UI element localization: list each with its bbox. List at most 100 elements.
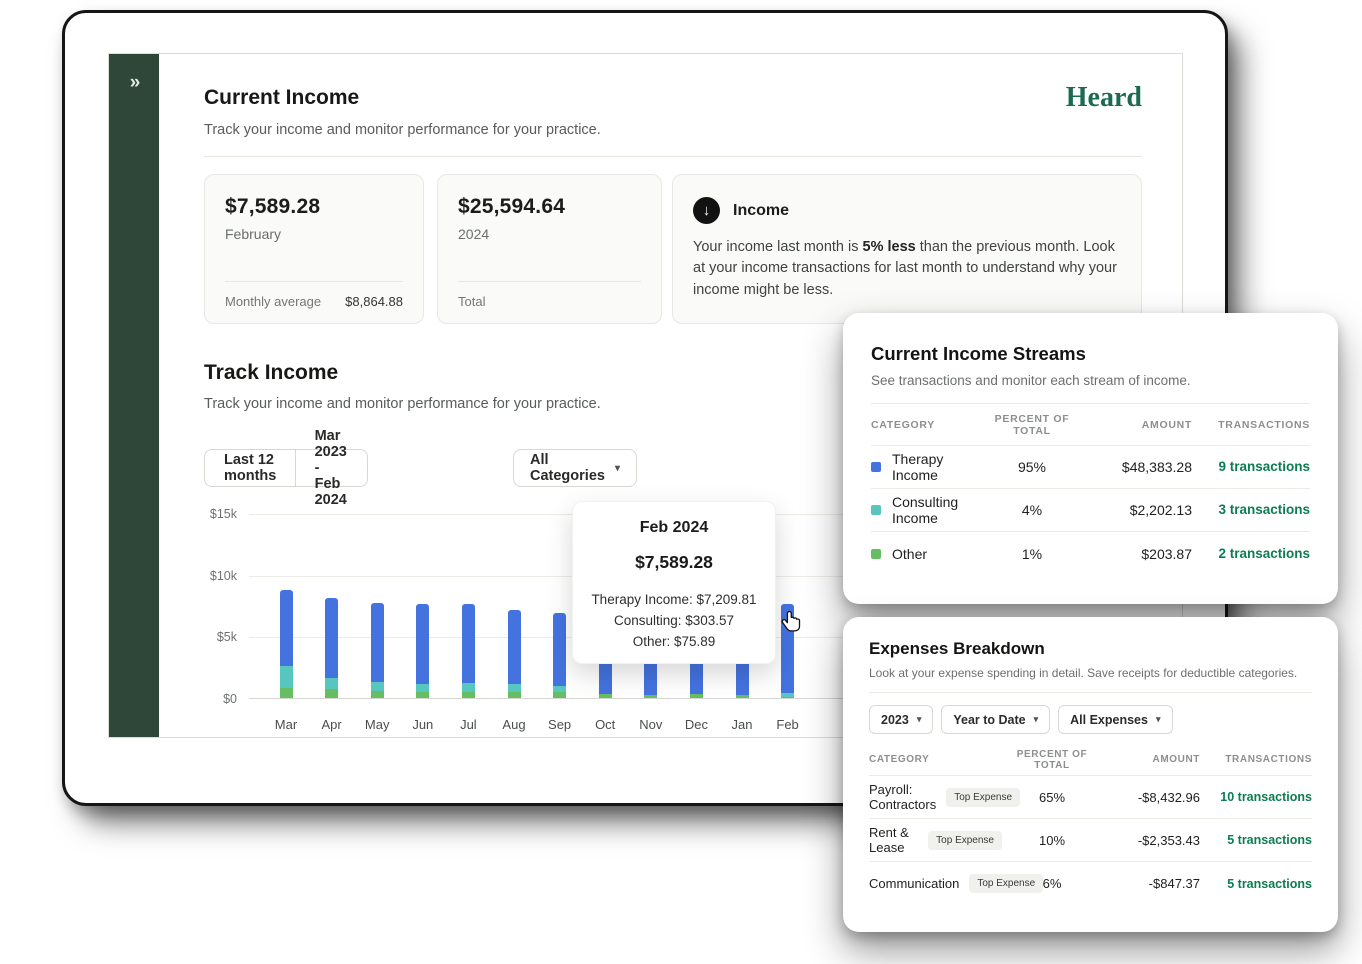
monthly-average-label: Monthly average xyxy=(225,294,322,309)
row-category: Communication xyxy=(869,876,960,891)
row-percent: 6% xyxy=(1042,876,1062,891)
row-amount: -$847.37 xyxy=(1148,876,1200,891)
bar-segment-other xyxy=(325,689,339,698)
sidebar-expand-icon[interactable]: » xyxy=(109,72,159,94)
yearly-income-value: $25,594.64 xyxy=(458,195,566,218)
bar-segment-other xyxy=(461,691,475,698)
category-filter-label: All Categories xyxy=(530,452,605,484)
expenses-subtitle: Look at your expense spending in detail.… xyxy=(869,666,1298,680)
bar-sep[interactable] xyxy=(553,612,567,698)
table-row: Other 1% $203.87 2 transactions xyxy=(871,532,1310,575)
bar-jan[interactable] xyxy=(735,661,749,698)
bar-nov[interactable] xyxy=(644,661,658,698)
expenses-filters: 2023 ▾ Year to Date ▾ All Expenses ▾ xyxy=(869,705,1312,734)
transactions-link[interactable]: 10 transactions xyxy=(1220,790,1312,804)
card-divider xyxy=(225,281,403,282)
hand-pointer-cursor-icon xyxy=(781,610,803,640)
y-axis-tick: $10k xyxy=(209,568,237,583)
bar-segment-consulting xyxy=(461,682,475,692)
chevron-down-icon: ▾ xyxy=(1033,714,1039,724)
row-category: Other xyxy=(892,545,928,562)
income-streams-card: Current Income Streams See transactions … xyxy=(843,313,1338,604)
table-row: Consulting Income 4% $2,202.13 3 transac… xyxy=(871,489,1310,532)
card-divider xyxy=(458,281,641,282)
x-axis-tick: Apr xyxy=(321,717,342,732)
expense-type-filter-dropdown[interactable]: All Expenses ▾ xyxy=(1058,705,1173,734)
transactions-link[interactable]: 2 transactions xyxy=(1218,546,1310,561)
consulting-color-swatch xyxy=(871,505,881,515)
bar-segment-other xyxy=(553,692,567,698)
insight-text-before: Your income last month is xyxy=(693,239,863,255)
row-amount: $2,202.13 xyxy=(1129,502,1192,518)
income-streams-title: Current Income Streams xyxy=(871,343,1086,364)
bar-jul[interactable] xyxy=(461,604,475,698)
bar-segment-therapy-income xyxy=(325,598,339,679)
x-axis-tick: Mar xyxy=(274,717,298,732)
row-percent: 4% xyxy=(1021,502,1043,518)
transactions-link[interactable]: 5 transactions xyxy=(1227,877,1312,891)
x-axis-tick: Feb xyxy=(776,717,799,732)
header-transactions: TRANSACTIONS xyxy=(1218,418,1310,431)
track-income-subtitle: Track your income and monitor performanc… xyxy=(204,396,601,412)
row-category: Therapy Income xyxy=(892,451,944,483)
bar-dec[interactable] xyxy=(689,658,703,698)
expenses-table-header: CATEGORY PERCENT OF TOTAL AMOUNT TRANSAC… xyxy=(869,744,1312,776)
bar-segment-consulting xyxy=(370,681,384,691)
year-filter-label: 2023 xyxy=(881,712,909,727)
filter-last-12-months[interactable]: Last 12 months xyxy=(205,450,295,486)
tooltip-total: $7,589.28 xyxy=(635,552,713,572)
bar-jun[interactable] xyxy=(416,604,430,698)
sidebar: » xyxy=(109,54,159,737)
filter-date-range[interactable]: Mar 2023 - Feb 2024 xyxy=(296,428,367,508)
yearly-income-footer: Total xyxy=(458,281,641,309)
table-row: Payroll: Contractors Top Expense 65% -$8… xyxy=(869,776,1312,819)
top-expense-badge: Top Expense xyxy=(928,830,1002,850)
income-streams-subtitle: See transactions and monitor each stream… xyxy=(871,373,1191,388)
transactions-link[interactable]: 9 transactions xyxy=(1218,459,1310,474)
bar-may[interactable] xyxy=(370,603,384,698)
bar-apr[interactable] xyxy=(325,598,339,698)
expense-type-filter-label: All Expenses xyxy=(1070,712,1148,727)
insight-title: Income xyxy=(733,201,790,219)
bar-segment-therapy-income xyxy=(279,589,293,666)
x-axis-tick: Oct xyxy=(595,717,616,732)
tooltip-line-consulting: Consulting: $303.57 xyxy=(613,613,735,628)
bar-segment-therapy-income xyxy=(735,661,749,695)
x-axis-tick: Jul xyxy=(460,717,477,732)
total-label: Total xyxy=(458,294,486,309)
x-axis-tick: May xyxy=(364,717,390,732)
transactions-link[interactable]: 3 transactions xyxy=(1218,502,1310,517)
track-income-title: Track Income xyxy=(204,361,339,384)
row-category: Rent & Lease xyxy=(869,825,909,855)
expenses-breakdown-card: Expenses Breakdown Look at your expense … xyxy=(843,617,1338,932)
current-income-subtitle: Track your income and monitor performanc… xyxy=(204,122,601,138)
row-percent: 65% xyxy=(1038,789,1066,805)
y-axis-tick: $5k xyxy=(216,630,237,645)
chevron-down-icon: ▾ xyxy=(916,714,922,724)
bar-segment-other xyxy=(598,694,612,698)
therapy-color-swatch xyxy=(871,462,881,472)
bar-segment-therapy-income xyxy=(553,612,567,687)
x-axis-tick: Sep xyxy=(548,717,572,732)
category-filter-dropdown[interactable]: All Categories ▾ xyxy=(513,449,637,487)
heard-logo: Heard xyxy=(1065,82,1142,113)
bar-aug[interactable] xyxy=(507,610,521,698)
x-axis-tick: Aug xyxy=(502,717,526,732)
gridline xyxy=(249,698,849,699)
bar-segment-therapy-income xyxy=(644,661,658,695)
row-amount: -$8,432.96 xyxy=(1137,789,1200,805)
row-amount: -$2,353.43 xyxy=(1137,832,1200,848)
bar-segment-other xyxy=(781,697,795,698)
header-percent: PERCENT OF TOTAL xyxy=(1016,748,1088,771)
bar-segment-other xyxy=(644,694,658,698)
tooltip-line-therapy: Therapy Income: $7,209.81 xyxy=(591,592,757,607)
bar-mar[interactable] xyxy=(279,589,293,698)
period-filter-dropdown[interactable]: Year to Date ▾ xyxy=(941,705,1051,734)
row-category: Payroll: Contractors xyxy=(869,782,937,812)
insight-text-bold: 5% less xyxy=(862,239,916,255)
transactions-link[interactable]: 5 transactions xyxy=(1227,833,1312,847)
monthly-average-value: $8,864.88 xyxy=(345,294,403,309)
y-axis-tick: $15k xyxy=(209,507,237,521)
year-filter-dropdown[interactable]: 2023 ▾ xyxy=(869,705,934,734)
row-percent: 95% xyxy=(1017,459,1047,475)
